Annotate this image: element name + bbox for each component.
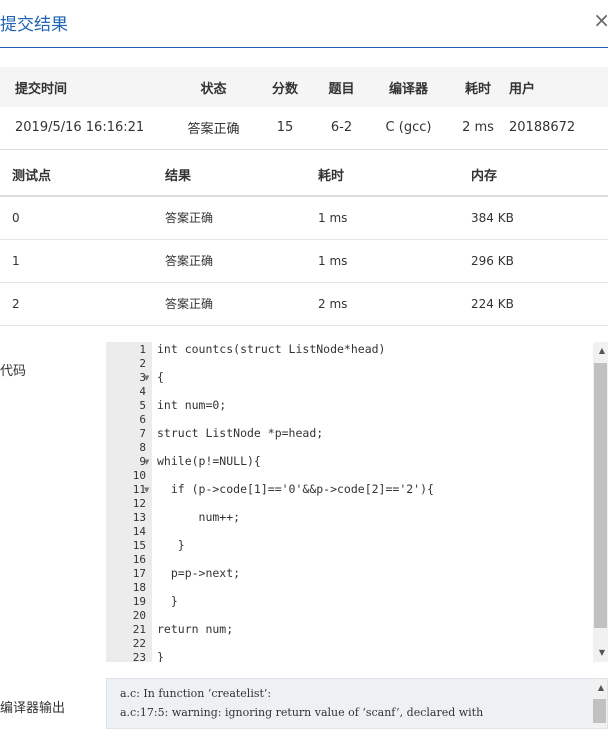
- line-number: 1: [139, 343, 146, 356]
- line-number: 19: [132, 595, 146, 608]
- dialog-header: 提交结果 ×: [0, 0, 608, 48]
- elapsed: 2 ms: [447, 107, 509, 150]
- case-time: 2 ms: [318, 282, 471, 326]
- code-line: p=p->next;: [157, 566, 241, 580]
- code-line: }: [157, 538, 185, 552]
- line-number: 23: [132, 651, 146, 662]
- scroll-thumb[interactable]: [593, 699, 606, 723]
- col-test-point: 测试点: [0, 153, 165, 197]
- code-line: {: [157, 370, 164, 384]
- code-scrollbar[interactable]: ▲ ▼: [593, 342, 608, 662]
- table-row: 1 答案正确 1 ms 296 KB: [0, 239, 608, 283]
- compiler-output-line: a.c:17:5: warning: ignoring return value…: [120, 706, 484, 719]
- line-number: 15: [132, 539, 146, 552]
- table-row: 0 答案正确 1 ms 384 KB: [0, 196, 608, 240]
- case-id: 0: [0, 196, 165, 240]
- compiler-output-line: a.c: In function ‘createlist’:: [120, 687, 272, 700]
- dialog-title: 提交结果: [0, 15, 68, 35]
- line-number: 3: [139, 371, 146, 384]
- summary-row: 2019/5/16 16:16:21 答案正确 15 6-2 C (gcc) 2…: [0, 107, 608, 150]
- line-number-gutter: 1 2 3 4 5 6 7 8 9 10 11 12 13 14 15 16 1…: [106, 342, 152, 662]
- submit-time: 2019/5/16 16:16:21: [0, 107, 170, 150]
- fold-arrow-icon[interactable]: ▼: [144, 458, 149, 466]
- line-number: 9: [139, 455, 146, 468]
- code-line: if (p->code[1]=='0'&&p->code[2]=='2'){: [157, 482, 434, 496]
- col-status: 状态: [170, 67, 257, 107]
- case-id: 1: [0, 239, 165, 283]
- col-memory: 内存: [471, 153, 608, 197]
- line-number: 12: [132, 497, 146, 510]
- line-number: 7: [139, 427, 146, 440]
- case-memory: 296 KB: [471, 239, 608, 283]
- line-number: 8: [139, 441, 146, 454]
- col-result: 结果: [165, 153, 318, 197]
- code-line: num++;: [157, 510, 241, 524]
- line-number: 14: [132, 525, 146, 538]
- user-link[interactable]: 20188672: [509, 107, 608, 150]
- line-number: 2: [139, 357, 146, 370]
- code-line: return num;: [157, 622, 234, 636]
- code-line: }: [157, 650, 164, 662]
- code-label: 代码: [0, 364, 27, 379]
- summary-header-row: 提交时间 状态 分数 题目 编译器 耗时 用户: [0, 67, 608, 107]
- case-result: 答案正确: [165, 239, 318, 283]
- table-row: 2 答案正确 2 ms 224 KB: [0, 282, 608, 326]
- problem-link[interactable]: 6-2: [313, 107, 370, 150]
- line-number: 13: [132, 511, 146, 524]
- line-number: 21: [132, 623, 146, 636]
- scroll-down-icon[interactable]: ▼: [599, 648, 605, 657]
- line-number: 6: [139, 413, 146, 426]
- compiler-output-box[interactable]: a.c: In function ‘createlist’: a.c:17:5:…: [106, 678, 608, 729]
- code-line: struct ListNode *p=head;: [157, 426, 324, 440]
- compiler: C (gcc): [370, 107, 447, 150]
- case-memory: 384 KB: [471, 196, 608, 240]
- line-number: 20: [132, 609, 146, 622]
- code-line: while(p!=NULL){: [157, 454, 261, 468]
- case-time: 1 ms: [318, 196, 471, 240]
- line-number: 16: [132, 553, 146, 566]
- compiler-output-label: 编译器输出: [0, 701, 66, 716]
- code-line: int num=0;: [157, 398, 227, 412]
- scroll-up-icon[interactable]: ▲: [598, 683, 604, 692]
- code-editor[interactable]: 1 2 3 4 5 6 7 8 9 10 11 12 13 14 15 16 1…: [106, 342, 608, 662]
- scroll-thumb[interactable]: [594, 363, 607, 628]
- close-button[interactable]: ×: [593, 8, 608, 32]
- submission-summary-table: 提交时间 状态 分数 题目 编译器 耗时 用户 2019/5/16 16:16:…: [0, 67, 608, 150]
- line-number: 18: [132, 581, 146, 594]
- scroll-up-icon[interactable]: ▲: [599, 346, 605, 355]
- line-number: 5: [139, 399, 146, 412]
- col-submit-time: 提交时间: [0, 67, 170, 107]
- case-result: 答案正确: [165, 282, 318, 326]
- line-number: 17: [132, 567, 146, 580]
- col-user: 用户: [509, 67, 608, 107]
- col-time: 耗时: [318, 153, 471, 197]
- case-header-row: 测试点 结果 耗时 内存: [0, 153, 608, 197]
- status-text: 答案正确: [170, 107, 257, 150]
- col-score: 分数: [257, 67, 313, 107]
- test-case-table: 测试点 结果 耗时 内存 0 答案正确 1 ms 384 KB 1 答案正确 1…: [0, 153, 608, 326]
- line-number: 10: [132, 469, 146, 482]
- line-number: 11: [132, 483, 146, 496]
- code-line: }: [157, 594, 178, 608]
- compiler-output-scrollbar[interactable]: ▲: [592, 679, 607, 728]
- col-elapsed: 耗时: [447, 67, 509, 107]
- case-id: 2: [0, 282, 165, 326]
- line-number: 22: [132, 637, 146, 650]
- fold-arrow-icon[interactable]: ▼: [144, 374, 149, 382]
- col-compiler: 编译器: [370, 67, 447, 107]
- code-line: int countcs(struct ListNode*head): [157, 342, 386, 356]
- case-result: 答案正确: [165, 196, 318, 240]
- fold-arrow-icon[interactable]: ▼: [144, 486, 149, 494]
- case-memory: 224 KB: [471, 282, 608, 326]
- score: 15: [257, 107, 313, 150]
- col-problem: 题目: [313, 67, 370, 107]
- case-time: 1 ms: [318, 239, 471, 283]
- line-number: 4: [139, 385, 146, 398]
